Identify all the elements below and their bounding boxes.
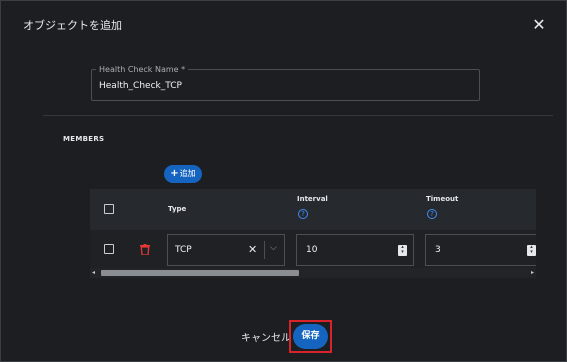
- health-check-name-value[interactable]: Health_Check_TCP: [99, 81, 182, 91]
- trash-icon[interactable]: [140, 244, 150, 255]
- row-checkbox[interactable]: [104, 244, 114, 254]
- close-icon[interactable]: ✕: [529, 15, 549, 35]
- clear-icon[interactable]: ✕: [248, 243, 257, 256]
- column-header-interval: Interval: [297, 195, 328, 203]
- table-header: Type Interval ? Timeout ?: [90, 189, 536, 230]
- horizontal-scrollbar[interactable]: ◂ ▸: [90, 268, 536, 278]
- interval-input[interactable]: 10 ▴ ▾: [296, 234, 414, 266]
- add-member-button[interactable]: +追加: [164, 165, 202, 183]
- column-header-timeout: Timeout: [426, 195, 459, 203]
- timeout-input[interactable]: 3 ▴ ▾: [425, 234, 536, 266]
- column-header-type: Type: [168, 205, 187, 213]
- type-select-value: TCP: [175, 245, 192, 255]
- health-check-name-label: Health Check Name *: [96, 65, 189, 74]
- select-all-checkbox[interactable]: [104, 204, 114, 214]
- select-separator: [264, 241, 265, 259]
- interval-help-icon[interactable]: ?: [298, 209, 308, 219]
- dialog-title: オブジェクトを追加: [23, 19, 122, 32]
- chevron-down-icon[interactable]: ⌵: [270, 243, 277, 253]
- interval-value: 10: [306, 245, 318, 255]
- save-button[interactable]: 保存: [293, 324, 328, 349]
- divider: [43, 115, 553, 116]
- members-table: Type Interval ? Timeout ? TCP ✕ ⌵ 10 ▴ ▾ …: [90, 189, 536, 268]
- timeout-value: 3: [435, 245, 441, 255]
- scrollbar-thumb[interactable]: [101, 270, 299, 276]
- scroll-left-arrow-icon[interactable]: ◂: [92, 268, 95, 278]
- timeout-help-icon[interactable]: ?: [427, 209, 437, 219]
- timeout-stepper-icon[interactable]: ▴ ▾: [527, 245, 536, 256]
- add-object-dialog: オブジェクトを追加 ✕ Health Check Name * Health_C…: [0, 0, 567, 362]
- scroll-right-arrow-icon[interactable]: ▸: [531, 268, 534, 278]
- add-member-label: 追加: [179, 169, 196, 178]
- cancel-button[interactable]: キャンセル: [241, 329, 291, 344]
- interval-stepper-icon[interactable]: ▴ ▾: [398, 245, 407, 256]
- type-select[interactable]: TCP ✕ ⌵: [167, 234, 285, 266]
- members-heading: MEMBERS: [63, 135, 105, 143]
- plus-icon: +: [170, 168, 179, 179]
